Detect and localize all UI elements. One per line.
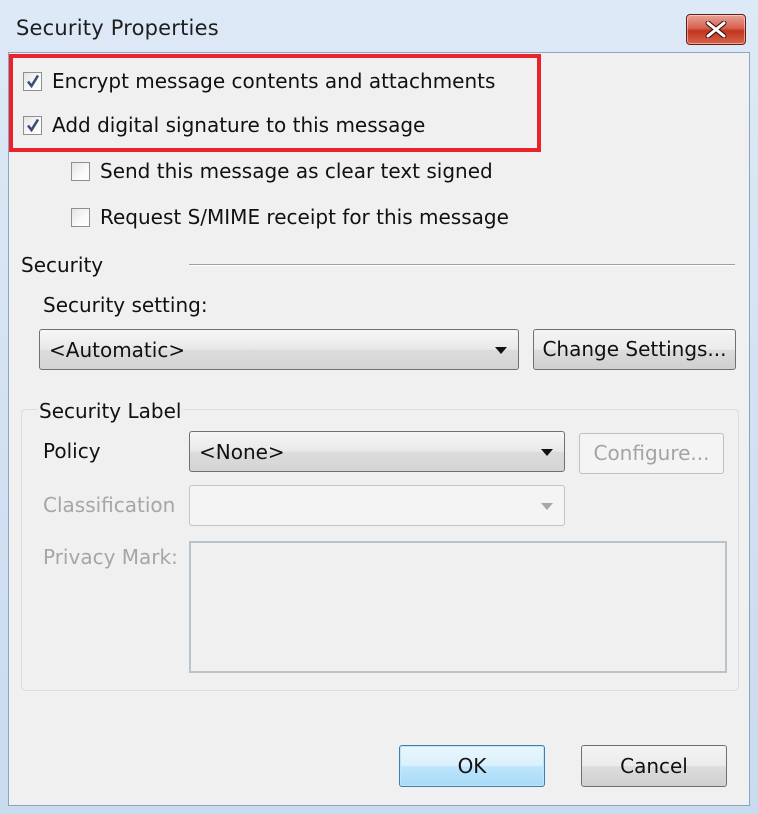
security-section-label: Security bbox=[21, 253, 104, 277]
close-button[interactable] bbox=[686, 14, 746, 45]
highlight-box bbox=[9, 54, 541, 152]
security-setting-value: <Automatic> bbox=[49, 338, 186, 362]
security-label-group-title: Security Label bbox=[37, 399, 184, 423]
change-settings-button[interactable]: Change Settings... bbox=[533, 329, 736, 370]
close-icon bbox=[705, 21, 727, 38]
privacy-mark-label: Privacy Mark: bbox=[43, 545, 178, 569]
classification-dropdown[interactable] bbox=[189, 485, 565, 526]
security-properties-dialog: Security Properties Encrypt message cont… bbox=[0, 0, 758, 814]
policy-label: Policy bbox=[43, 439, 101, 463]
clear-text-checkbox[interactable]: Send this message as clear text signed bbox=[71, 159, 493, 183]
receipt-label: Request S/MIME receipt for this message bbox=[100, 205, 509, 229]
dialog-body: Encrypt message contents and attachments… bbox=[8, 52, 750, 806]
policy-dropdown[interactable]: <None> bbox=[189, 431, 565, 472]
section-divider bbox=[189, 264, 735, 266]
security-setting-dropdown[interactable]: <Automatic> bbox=[39, 329, 519, 370]
classification-label: Classification bbox=[43, 493, 176, 517]
policy-value: <None> bbox=[199, 440, 285, 464]
receipt-checkbox[interactable]: Request S/MIME receipt for this message bbox=[71, 205, 509, 229]
title-bar[interactable]: Security Properties bbox=[0, 0, 758, 52]
configure-button[interactable]: Configure... bbox=[579, 433, 724, 474]
clear-text-label: Send this message as clear text signed bbox=[100, 159, 493, 183]
checkbox-box[interactable] bbox=[71, 161, 90, 181]
dropdown-arrow-icon bbox=[541, 449, 553, 456]
privacy-mark-field[interactable] bbox=[189, 541, 727, 673]
window-title: Security Properties bbox=[16, 16, 219, 40]
dropdown-arrow-icon bbox=[541, 503, 553, 510]
security-setting-label: Security setting: bbox=[43, 293, 208, 317]
checkbox-box[interactable] bbox=[71, 207, 90, 227]
dropdown-arrow-icon bbox=[495, 347, 507, 354]
ok-button[interactable]: OK bbox=[399, 745, 545, 787]
cancel-button[interactable]: Cancel bbox=[581, 745, 727, 787]
